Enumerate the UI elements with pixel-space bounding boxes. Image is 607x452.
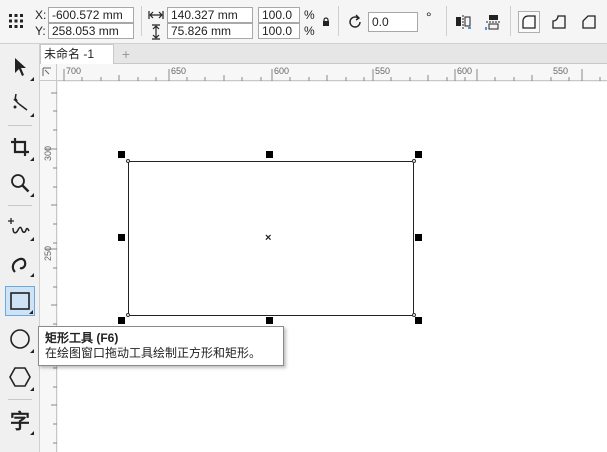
- drawing-canvas[interactable]: ×: [58, 82, 607, 452]
- pick-tool[interactable]: [5, 52, 35, 82]
- ruler-tick-label: 600: [457, 66, 473, 76]
- percent-label-w: %: [304, 8, 315, 22]
- flyout-indicator: [30, 431, 34, 435]
- flyout-indicator: [30, 349, 34, 353]
- corner-node[interactable]: [126, 313, 130, 317]
- separator: [510, 6, 511, 36]
- selection-handle-right[interactable]: [415, 234, 422, 241]
- round-corner-button[interactable]: [518, 11, 540, 33]
- ruler-tick-label: 550: [553, 66, 569, 76]
- vertical-ruler[interactable]: 300 250: [40, 81, 57, 452]
- toolbox: 字: [0, 44, 40, 452]
- rotate-icon: [346, 13, 364, 34]
- flyout-indicator: [30, 387, 34, 391]
- magnifier-icon: [11, 174, 30, 193]
- document-tab[interactable]: 未命名 -1: [40, 44, 114, 64]
- x-position-field[interactable]: -600.572 mm: [48, 7, 134, 23]
- selection-handle-top-right[interactable]: [415, 151, 422, 158]
- text-tool-icon: 字: [10, 409, 30, 433]
- flyout-indicator: [30, 237, 34, 241]
- flyout-indicator: [30, 273, 34, 277]
- degree-label: °: [426, 9, 432, 25]
- x-label: X:: [35, 8, 47, 22]
- ellipse-icon: [10, 329, 30, 349]
- flyout-indicator: [29, 310, 33, 314]
- percent-label-h: %: [304, 24, 315, 38]
- ellipse-tool[interactable]: [5, 324, 35, 354]
- chamfered-corner-button[interactable]: [578, 11, 600, 33]
- corner-node[interactable]: [412, 313, 416, 317]
- height-icon: [151, 24, 161, 43]
- shape-node-icon: [13, 93, 28, 111]
- flyout-indicator: [30, 77, 34, 81]
- tooltip-title: 矩形工具 (F6): [45, 331, 119, 345]
- rectangle-tool[interactable]: [5, 286, 35, 316]
- ruler-tick-label: 300: [43, 145, 53, 161]
- selection-handle-left[interactable]: [118, 234, 125, 241]
- tool-tooltip: 矩形工具 (F6) 在绘图窗口拖动工具绘制正方形和矩形。: [38, 326, 284, 366]
- selection-handle-bottom-right[interactable]: [415, 317, 422, 324]
- ruler-tick-label: 650: [171, 66, 187, 76]
- y-position-field[interactable]: 258.053 mm: [48, 23, 134, 39]
- width-icon: [148, 9, 164, 23]
- ruler-ticks: [63, 69, 601, 81]
- ruler-tick-label: 600: [274, 66, 290, 76]
- scale-height-field[interactable]: 100.0: [258, 23, 300, 39]
- selection-handle-top-left[interactable]: [118, 151, 125, 158]
- mirror-horizontal-button[interactable]: [452, 11, 474, 33]
- ruler-origin[interactable]: [40, 64, 57, 81]
- zoom-tool[interactable]: [5, 168, 35, 198]
- mirror-vertical-button[interactable]: [482, 11, 504, 33]
- ruler-tick-label: 550: [375, 66, 391, 76]
- selection-handle-bottom[interactable]: [266, 317, 273, 324]
- document-tab-bar: 未命名 -1 +: [40, 44, 607, 64]
- height-field[interactable]: 75.826 mm: [167, 23, 253, 39]
- crop-icon: [11, 138, 29, 156]
- flyout-indicator: [30, 157, 34, 161]
- rotation-angle-field[interactable]: 0.0: [368, 12, 418, 32]
- separator: [338, 6, 339, 36]
- lock-ratio-icon[interactable]: [322, 16, 330, 30]
- tooltip-description: 在绘图窗口拖动工具绘制正方形和矩形。: [45, 346, 262, 360]
- width-field[interactable]: 140.327 mm: [167, 7, 253, 23]
- freehand-tool[interactable]: [5, 212, 35, 242]
- ruler-tick-label: 250: [43, 245, 53, 261]
- artistic-media-tool[interactable]: [5, 248, 35, 278]
- separator: [141, 6, 142, 36]
- flyout-indicator: [30, 113, 34, 117]
- ruler-ticks: [45, 92, 57, 444]
- hexagon-icon: [9, 367, 31, 387]
- shape-tool[interactable]: [5, 88, 35, 118]
- pointer-icon: [15, 58, 26, 76]
- tool-separator: [8, 205, 32, 206]
- artistic-brush-icon: [11, 257, 27, 273]
- ruler-tick-label: 700: [66, 66, 82, 76]
- scale-width-field[interactable]: 100.0: [258, 7, 300, 23]
- separator: [446, 6, 447, 36]
- y-label: Y:: [35, 24, 46, 38]
- object-origin-icon[interactable]: [5, 10, 27, 32]
- property-bar: X: Y: -600.572 mm 258.053 mm 140.327 mm …: [0, 0, 607, 44]
- flyout-indicator: [30, 193, 34, 197]
- tool-separator: [8, 125, 32, 126]
- corner-node[interactable]: [126, 159, 130, 163]
- freehand-icon: [8, 218, 30, 234]
- crop-tool[interactable]: [5, 132, 35, 162]
- scalloped-corner-button[interactable]: [548, 11, 570, 33]
- add-document-tab-button[interactable]: +: [118, 46, 134, 62]
- selection-handle-bottom-left[interactable]: [118, 317, 125, 324]
- polygon-tool[interactable]: [5, 362, 35, 392]
- corner-node[interactable]: [412, 159, 416, 163]
- center-marker-icon[interactable]: ×: [265, 233, 271, 244]
- selection-handle-top[interactable]: [266, 151, 273, 158]
- horizontal-ruler[interactable]: 700 650 600 550 600 550: [57, 64, 607, 81]
- tool-separator: [8, 399, 32, 400]
- text-tool[interactable]: 字: [5, 406, 35, 436]
- rectangle-icon: [10, 292, 30, 310]
